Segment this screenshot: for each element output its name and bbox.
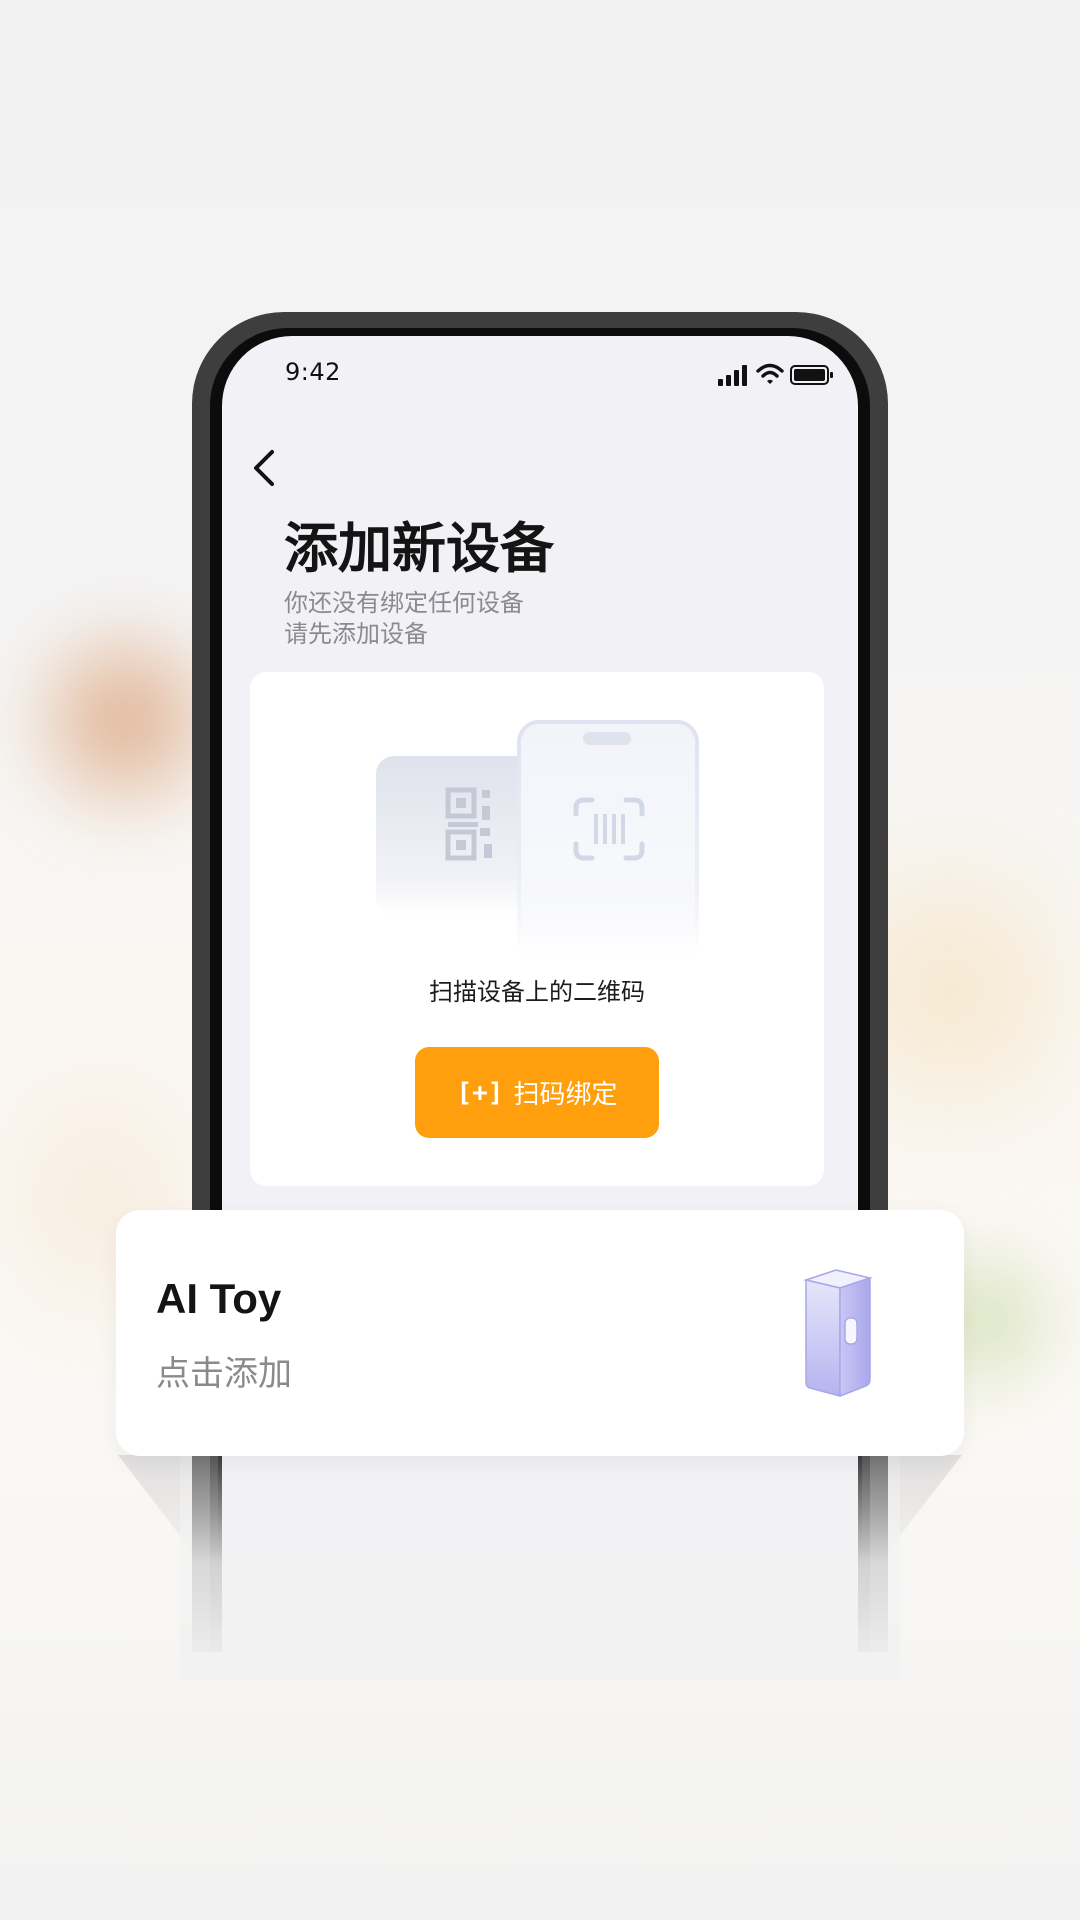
scan-bind-label: 扫码绑定 [513,1080,618,1110]
scan-bind-button[interactable]: [+] 扫码绑定 [415,1047,659,1138]
page-title: 添加新设备 [284,517,554,580]
phone-fade [180,1420,900,1680]
device-card-title: AI Toy [156,1275,282,1322]
chevron-left-icon [254,450,274,486]
battery-icon [790,365,833,385]
scan-plus-icon: [+] [456,1077,504,1108]
device-card-subtitle: 点击添加 [156,1354,292,1394]
wifi-icon [756,363,784,384]
qr-scan-illustration [376,720,699,958]
device-box-icon [803,1269,873,1398]
back-button[interactable] [244,442,284,494]
subtitle-line-2: 请先添加设备 [284,620,428,648]
scan-instruction: 扫描设备上的二维码 [429,978,645,1006]
status-time: 9:42 [285,358,341,386]
status-icons [718,362,834,390]
signal-icon [718,365,747,386]
subtitle-line-1: 你还没有绑定任何设备 [284,589,524,617]
